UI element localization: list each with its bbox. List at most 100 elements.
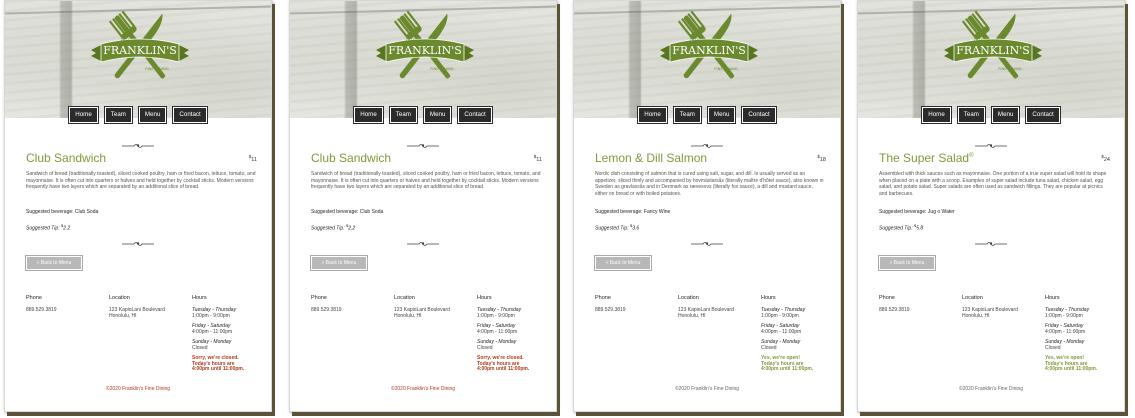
open-status: Yes, we're open! Today's hours are 4:00p… <box>761 355 839 373</box>
status-line-3: 4:00pm until 11:00pm. <box>761 366 814 373</box>
menu-item-page-3: FRANKLIN'S EST. 2017 FINE DINING Home Tea… <box>573 0 841 412</box>
franklins-logo[interactable]: FRANKLIN'S EST. 2017 FINE DINING <box>370 4 480 90</box>
hours-heading: Hours <box>761 295 776 301</box>
item-title-text: The Super Salad <box>879 151 970 165</box>
footer-location: Location 123 KapioLani Boulevard Honolul… <box>394 295 450 319</box>
ornament-icon <box>691 144 723 148</box>
tip-label: Suggested Tip: <box>879 225 913 232</box>
franklins-logo[interactable]: FRANKLIN'S EST. 2017 FINE DINING <box>654 4 764 90</box>
menu-item-page-1: FRANKLIN'S EST. 2017 FINE DINING Home Tea… <box>4 0 272 412</box>
panels-container: FRANKLIN'S EST. 2017 FINE DINING Home Tea… <box>0 0 1135 418</box>
item-price: $18 <box>817 154 826 163</box>
price-value: 11 <box>251 156 257 163</box>
ornament-icon <box>975 242 1007 246</box>
main-nav: Home Team Menu Contact <box>858 106 1124 124</box>
location-heading: Location <box>678 295 699 301</box>
open-status: Sorry, we're closed. Today's hours are 4… <box>477 355 555 373</box>
franklins-logo[interactable]: FRANKLIN'S EST. 2017 FINE DINING <box>938 4 1048 90</box>
back-to-menu-button[interactable]: « Back to Menu <box>878 255 936 271</box>
ornament-icon <box>975 144 1007 148</box>
footer-hours: Hours Tuesday - Thursday 1:00pm - 9:00pm… <box>1045 295 1123 373</box>
nav-team-button[interactable]: Team <box>103 106 133 124</box>
logo-sub: FINE DINING <box>145 66 169 71</box>
phone-number[interactable]: 889.529.3819 <box>595 307 626 313</box>
nav-menu-button[interactable]: Menu <box>706 106 737 124</box>
menu-item-page-4: FRANKLIN'S EST. 2017 FINE DINING Home Tea… <box>857 0 1125 412</box>
phone-number[interactable]: 889.529.3819 <box>879 307 910 313</box>
ornament-divider-2 <box>5 234 271 252</box>
franklins-logo[interactable]: FRANKLIN'S EST. 2017 FINE DINING <box>85 4 195 90</box>
logo-year: 2017 <box>121 38 130 42</box>
suggested-tip: Suggested Tip: $5.8 <box>879 223 923 232</box>
logo-text: FRANKLIN'S <box>103 44 177 57</box>
address-line-2: Honolulu, HI <box>678 313 706 319</box>
nav-home-button[interactable]: Home <box>921 106 952 124</box>
main-nav: Home Team Menu Contact <box>290 106 556 124</box>
nav-team-button[interactable]: Team <box>388 106 418 124</box>
item-title: Club Sandwich <box>26 151 106 165</box>
nav-team-button[interactable]: Team <box>956 106 986 124</box>
ornament-icon <box>407 144 439 148</box>
footer-hours: Hours Tuesday - Thursday 1:00pm - 9:00pm… <box>192 295 270 373</box>
back-to-menu-button[interactable]: « Back to Menu <box>25 255 83 271</box>
ornament-divider-2 <box>290 234 556 252</box>
logo-text: FRANKLIN'S <box>388 44 462 57</box>
status-line-3: 4:00pm until 11:00pm. <box>477 366 530 373</box>
footer-hours: Hours Tuesday - Thursday 1:00pm - 9:00pm… <box>761 295 839 373</box>
menu-item-page-2: FRANKLIN'S EST. 2017 FINE DINING Home Tea… <box>289 0 557 412</box>
nav-menu-button[interactable]: Menu <box>137 106 168 124</box>
phone-number[interactable]: 889.529.3819 <box>311 307 342 313</box>
footer-phone: Phone 889.529.3819 <box>879 295 910 313</box>
logo-year: 2017 <box>690 38 699 42</box>
hours-time: 4:00pm - 11:00pm <box>477 329 518 335</box>
location-heading: Location <box>962 295 983 301</box>
ornament-icon <box>691 242 723 246</box>
nav-contact-button[interactable]: Contact <box>1025 106 1061 124</box>
footer-location: Location 123 KapioLani Boulevard Honolul… <box>109 295 165 319</box>
nav-menu-button[interactable]: Menu <box>990 106 1021 124</box>
item-title-text: Club Sandwich <box>311 151 392 165</box>
hero-banner: FRANKLIN'S EST. 2017 FINE DINING <box>858 1 1124 118</box>
tip-value: 2.2 <box>63 225 71 232</box>
open-status: Sorry, we're closed. Today's hours are 4… <box>192 355 270 373</box>
hero-banner: FRANKLIN'S EST. 2017 FINE DINING <box>574 1 840 118</box>
ornament-icon <box>407 242 439 246</box>
nav-home-button[interactable]: Home <box>353 106 384 124</box>
hours-time: 4:00pm - 11:00pm <box>1045 329 1086 335</box>
hours-time: 1:00pm - 9:00pm <box>1045 313 1083 319</box>
back-to-menu-button[interactable]: « Back to Menu <box>594 255 652 271</box>
nav-team-button[interactable]: Team <box>672 106 702 124</box>
phone-heading: Phone <box>26 295 42 301</box>
logo-year: 2017 <box>974 38 983 42</box>
logo-sub: FINE DINING <box>430 66 454 71</box>
item-price: $11 <box>534 154 542 163</box>
footer-phone: Phone 889.529.3819 <box>26 295 57 313</box>
phone-number[interactable]: 889.529.3819 <box>26 307 57 313</box>
hours-time: 1:00pm - 9:00pm <box>477 313 515 319</box>
back-to-menu-button[interactable]: « Back to Menu <box>310 255 368 271</box>
tip-label: Suggested Tip: <box>595 225 629 232</box>
tip-label: Suggested Tip: <box>311 225 345 232</box>
nav-contact-button[interactable]: Contact <box>172 106 208 124</box>
nav-menu-button[interactable]: Menu <box>422 106 453 124</box>
hours-heading: Hours <box>477 295 492 301</box>
tip-value: 3.6 <box>632 225 640 232</box>
logo-sub: FINE DINING <box>714 66 738 71</box>
nav-contact-button[interactable]: Contact <box>457 106 493 124</box>
status-line-3: 4:00pm until 11:00pm. <box>1045 366 1098 373</box>
hours-heading: Hours <box>1045 295 1060 301</box>
nav-home-button[interactable]: Home <box>68 106 99 124</box>
suggested-beverage: Suggested beverage: Fancy Wine <box>595 209 671 215</box>
logo-text: FRANKLIN'S <box>672 44 746 57</box>
nav-contact-button[interactable]: Contact <box>741 106 777 124</box>
copyright: ©2020 Franklin's Fine Dining <box>674 386 740 392</box>
item-description: Assembled with thick sauces such as mayo… <box>879 171 1107 197</box>
location-heading: Location <box>109 295 130 301</box>
item-title: Lemon & Dill Salmon <box>595 151 707 165</box>
nav-home-button[interactable]: Home <box>637 106 668 124</box>
address-line-2: Honolulu, HI <box>394 313 422 319</box>
price-value: 18 <box>819 156 826 163</box>
suggested-tip: Suggested Tip: $3.6 <box>595 223 639 232</box>
logo-sub: FINE DINING <box>998 66 1022 71</box>
hours-time: Closed <box>761 345 777 351</box>
